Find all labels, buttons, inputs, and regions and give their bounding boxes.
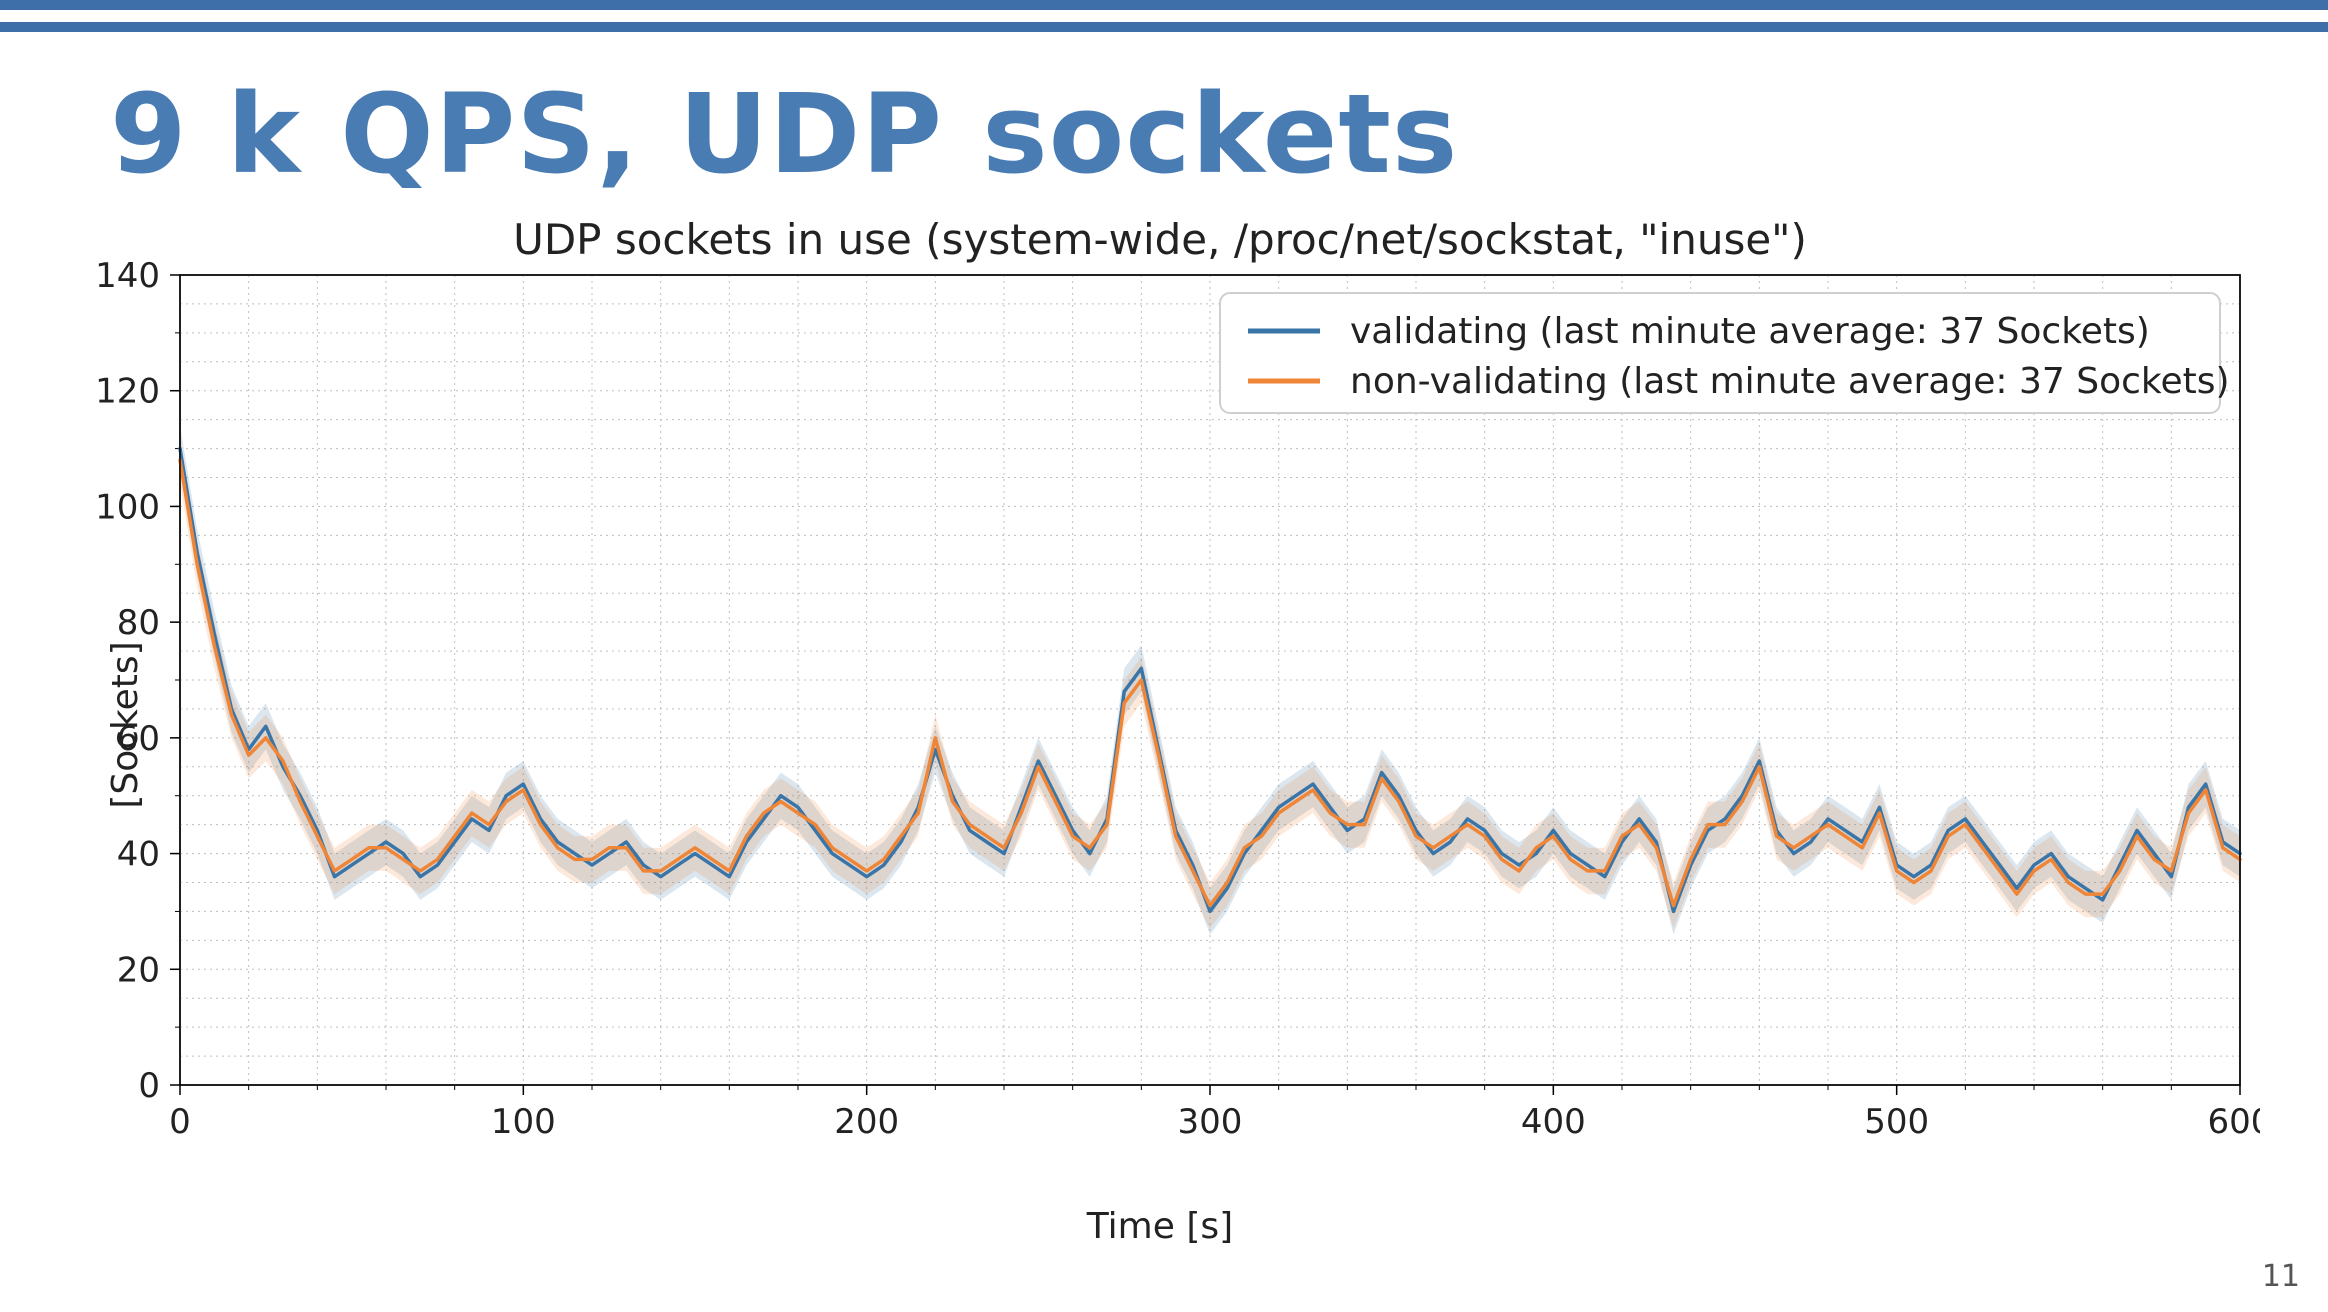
- header-rule-top: [0, 0, 2328, 10]
- page-number: 11: [2262, 1259, 2300, 1294]
- slide: 9 k QPS, UDP sockets UDP sockets in use …: [0, 0, 2328, 1312]
- chart-svg: 0100200300400500600020406080100120140val…: [60, 215, 2260, 1175]
- slide-title: 9 k QPS, UDP sockets: [110, 70, 1458, 198]
- svg-text:validating (last minute averag: validating (last minute average: 37 Sock…: [1350, 311, 2150, 352]
- svg-text:0: 0: [169, 1102, 191, 1142]
- svg-text:non-validating (last minute av: non-validating (last minute average: 37 …: [1350, 361, 2230, 402]
- chart: UDP sockets in use (system-wide, /proc/n…: [60, 215, 2260, 1235]
- x-axis-label: Time [s]: [60, 1206, 2260, 1247]
- svg-text:100: 100: [491, 1102, 556, 1142]
- svg-text:0: 0: [138, 1066, 160, 1106]
- svg-text:80: 80: [117, 603, 160, 643]
- svg-text:600: 600: [2208, 1102, 2260, 1142]
- chart-title: UDP sockets in use (system-wide, /proc/n…: [60, 215, 2260, 264]
- svg-text:200: 200: [834, 1102, 899, 1142]
- header-rule-bottom: [0, 22, 2328, 32]
- svg-text:40: 40: [117, 835, 160, 875]
- y-axis-label: [Sockets]: [105, 641, 146, 808]
- svg-text:300: 300: [1178, 1102, 1243, 1142]
- svg-text:100: 100: [95, 487, 160, 527]
- svg-text:400: 400: [1521, 1102, 1586, 1142]
- svg-text:500: 500: [1864, 1102, 1929, 1142]
- svg-text:120: 120: [95, 372, 160, 412]
- svg-text:20: 20: [117, 950, 160, 990]
